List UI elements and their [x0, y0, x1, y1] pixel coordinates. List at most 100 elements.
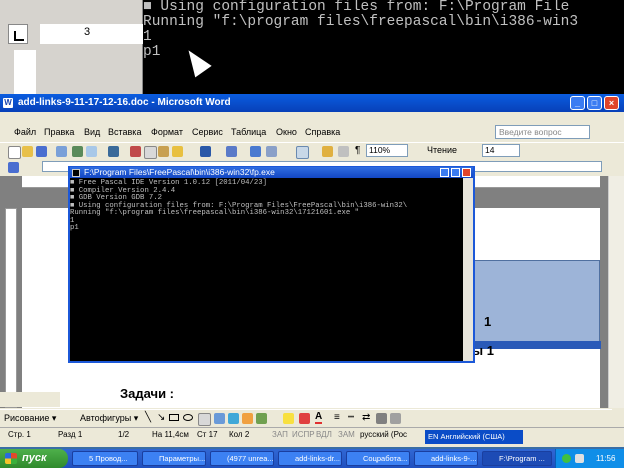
fill-color-icon[interactable]	[283, 413, 294, 424]
task-mail[interactable]: (4977 unrea...	[210, 451, 274, 466]
task-socrabota[interactable]: Соцработа...	[346, 451, 410, 466]
draw-menu-label: Рисование	[4, 413, 50, 423]
status-line: Ст 17	[197, 430, 218, 439]
view-buttons[interactable]	[0, 392, 60, 407]
tables-icon[interactable]	[266, 146, 277, 157]
menu-window[interactable]: Окно	[276, 127, 297, 137]
word-app-icon: W	[3, 98, 13, 108]
background-word-ruler: 3	[0, 0, 143, 94]
ask-question-box[interactable]: Введите вопрос	[495, 125, 590, 139]
close-button[interactable]: ×	[604, 96, 619, 110]
read-label: Чтение	[427, 145, 458, 155]
status-rec[interactable]: ЗАП	[272, 430, 288, 439]
arrow-style-icon[interactable]: ⇄	[362, 412, 370, 423]
volume-icon[interactable]	[575, 454, 584, 463]
font-size-select[interactable]: 14	[482, 144, 520, 157]
fp-close-button[interactable]	[462, 168, 471, 177]
line-color-icon[interactable]	[299, 413, 310, 424]
redo-icon[interactable]	[226, 146, 237, 157]
cut-icon[interactable]	[130, 146, 141, 157]
fp-console-output: ■ Free Pascal IDE Version 1.0.12 [2011/0…	[70, 178, 463, 361]
console-icon	[72, 169, 80, 177]
show-formatting-icon[interactable]: ¶	[355, 145, 360, 156]
doc-heading: Задачи :	[120, 386, 175, 401]
read-button[interactable]: Чтение	[427, 145, 457, 155]
windows-logo-icon	[5, 453, 17, 464]
zoom-select[interactable]: 110%	[366, 144, 408, 157]
copy-icon[interactable]	[144, 146, 157, 159]
start-label: пуск	[22, 452, 47, 464]
print-icon[interactable]	[72, 146, 83, 157]
hyperlink-icon[interactable]	[250, 146, 261, 157]
open-icon[interactable]	[22, 146, 33, 157]
status-position: На 11,4см	[152, 430, 189, 439]
autoshapes-button[interactable]: Автофигуры ▾	[80, 413, 138, 424]
drawing-icon[interactable]	[322, 146, 333, 157]
rectangle-icon[interactable]	[169, 414, 179, 421]
word-title-bar[interactable]: add-links-9-11-17-12-16.doc - Microsoft …	[0, 94, 624, 112]
status-language: русский (Рос	[360, 430, 408, 439]
menu-help[interactable]: Справка	[305, 127, 340, 137]
status-ext[interactable]: ВДЛ	[316, 430, 332, 439]
menu-format[interactable]: Формат	[151, 127, 183, 137]
font-color-icon[interactable]: A	[315, 411, 323, 424]
network-icon[interactable]	[562, 454, 571, 463]
menu-insert[interactable]: Вставка	[108, 127, 141, 137]
fp-maximize-button[interactable]	[451, 168, 460, 177]
task-fp-console[interactable]: F:\Program ...	[482, 451, 552, 466]
menu-edit[interactable]: Правка	[44, 127, 74, 137]
vertical-scrollbar[interactable]	[608, 176, 624, 408]
status-ovr[interactable]: ЗАМ	[338, 430, 355, 439]
3d-icon[interactable]	[390, 413, 401, 424]
line-icon[interactable]: ╲	[145, 412, 151, 423]
clock[interactable]: 11:56	[596, 454, 615, 463]
menu-table[interactable]: Таблица	[231, 127, 266, 137]
task-add-links-dr[interactable]: add-links-dr...	[278, 451, 342, 466]
diagram-icon[interactable]	[228, 413, 239, 424]
permission-icon[interactable]	[56, 146, 67, 157]
save-icon[interactable]	[36, 146, 47, 157]
oval-icon[interactable]	[183, 414, 193, 421]
document-map-icon[interactable]	[338, 146, 349, 157]
shadow-icon[interactable]	[376, 413, 387, 424]
ruler-number: 3	[84, 26, 91, 38]
draw-menu-button[interactable]: Рисование ▾	[4, 413, 56, 424]
menu-view[interactable]: Вид	[84, 127, 100, 137]
menu-file[interactable]: Файл	[14, 127, 36, 137]
fp-minimize-button[interactable]	[440, 168, 449, 177]
styles-icon[interactable]	[8, 162, 19, 173]
arrow-icon[interactable]: ↘	[157, 412, 165, 423]
columns-icon[interactable]	[296, 146, 309, 159]
clipart-icon[interactable]	[242, 413, 253, 424]
fp-console-scrollbar[interactable]	[463, 178, 473, 361]
menu-tools[interactable]: Сервис	[192, 127, 223, 137]
new-document-icon[interactable]	[8, 146, 21, 159]
language-bar-text: EN Английский (США)	[428, 432, 505, 441]
autoshapes-label: Автофигуры	[80, 413, 132, 423]
task-explorer[interactable]: 5 Провод...	[72, 451, 138, 466]
fp-console-title-bar[interactable]: F:\Program Files\FreePascal\bin\i386-win…	[70, 167, 473, 178]
picture-icon[interactable]	[256, 413, 267, 424]
embedded-screenshot-image	[474, 260, 601, 349]
drawing-toolbar: Рисование ▾ Автофигуры ▾ ╲ ↘ A ≡ ┅ ⇄	[0, 409, 612, 426]
task-add-links-9[interactable]: add-links-9-...	[414, 451, 478, 466]
vertical-ruler	[5, 208, 17, 408]
print-preview-icon[interactable]	[86, 146, 97, 157]
task-settings[interactable]: Параметры...	[142, 451, 206, 466]
status-trk[interactable]: ИСПР	[292, 430, 315, 439]
maximize-button[interactable]: □	[587, 96, 602, 110]
paste-icon[interactable]	[158, 146, 169, 157]
tab-selector[interactable]	[8, 24, 28, 44]
textbox-icon[interactable]	[198, 413, 211, 426]
language-bar[interactable]: EN Английский (США)	[425, 430, 523, 444]
doc-fragment-1: 1	[484, 314, 492, 329]
undo-icon[interactable]	[200, 146, 211, 157]
line-style-icon[interactable]: ≡	[334, 412, 340, 423]
status-pages: 1/2	[118, 430, 130, 439]
dash-style-icon[interactable]: ┅	[348, 412, 354, 423]
minimize-button[interactable]: _	[570, 96, 585, 110]
fp-console-title: F:\Program Files\FreePascal\bin\i386-win…	[84, 167, 275, 177]
wordart-icon[interactable]	[214, 413, 225, 424]
format-painter-icon[interactable]	[172, 146, 183, 157]
spelling-icon[interactable]	[108, 146, 119, 157]
